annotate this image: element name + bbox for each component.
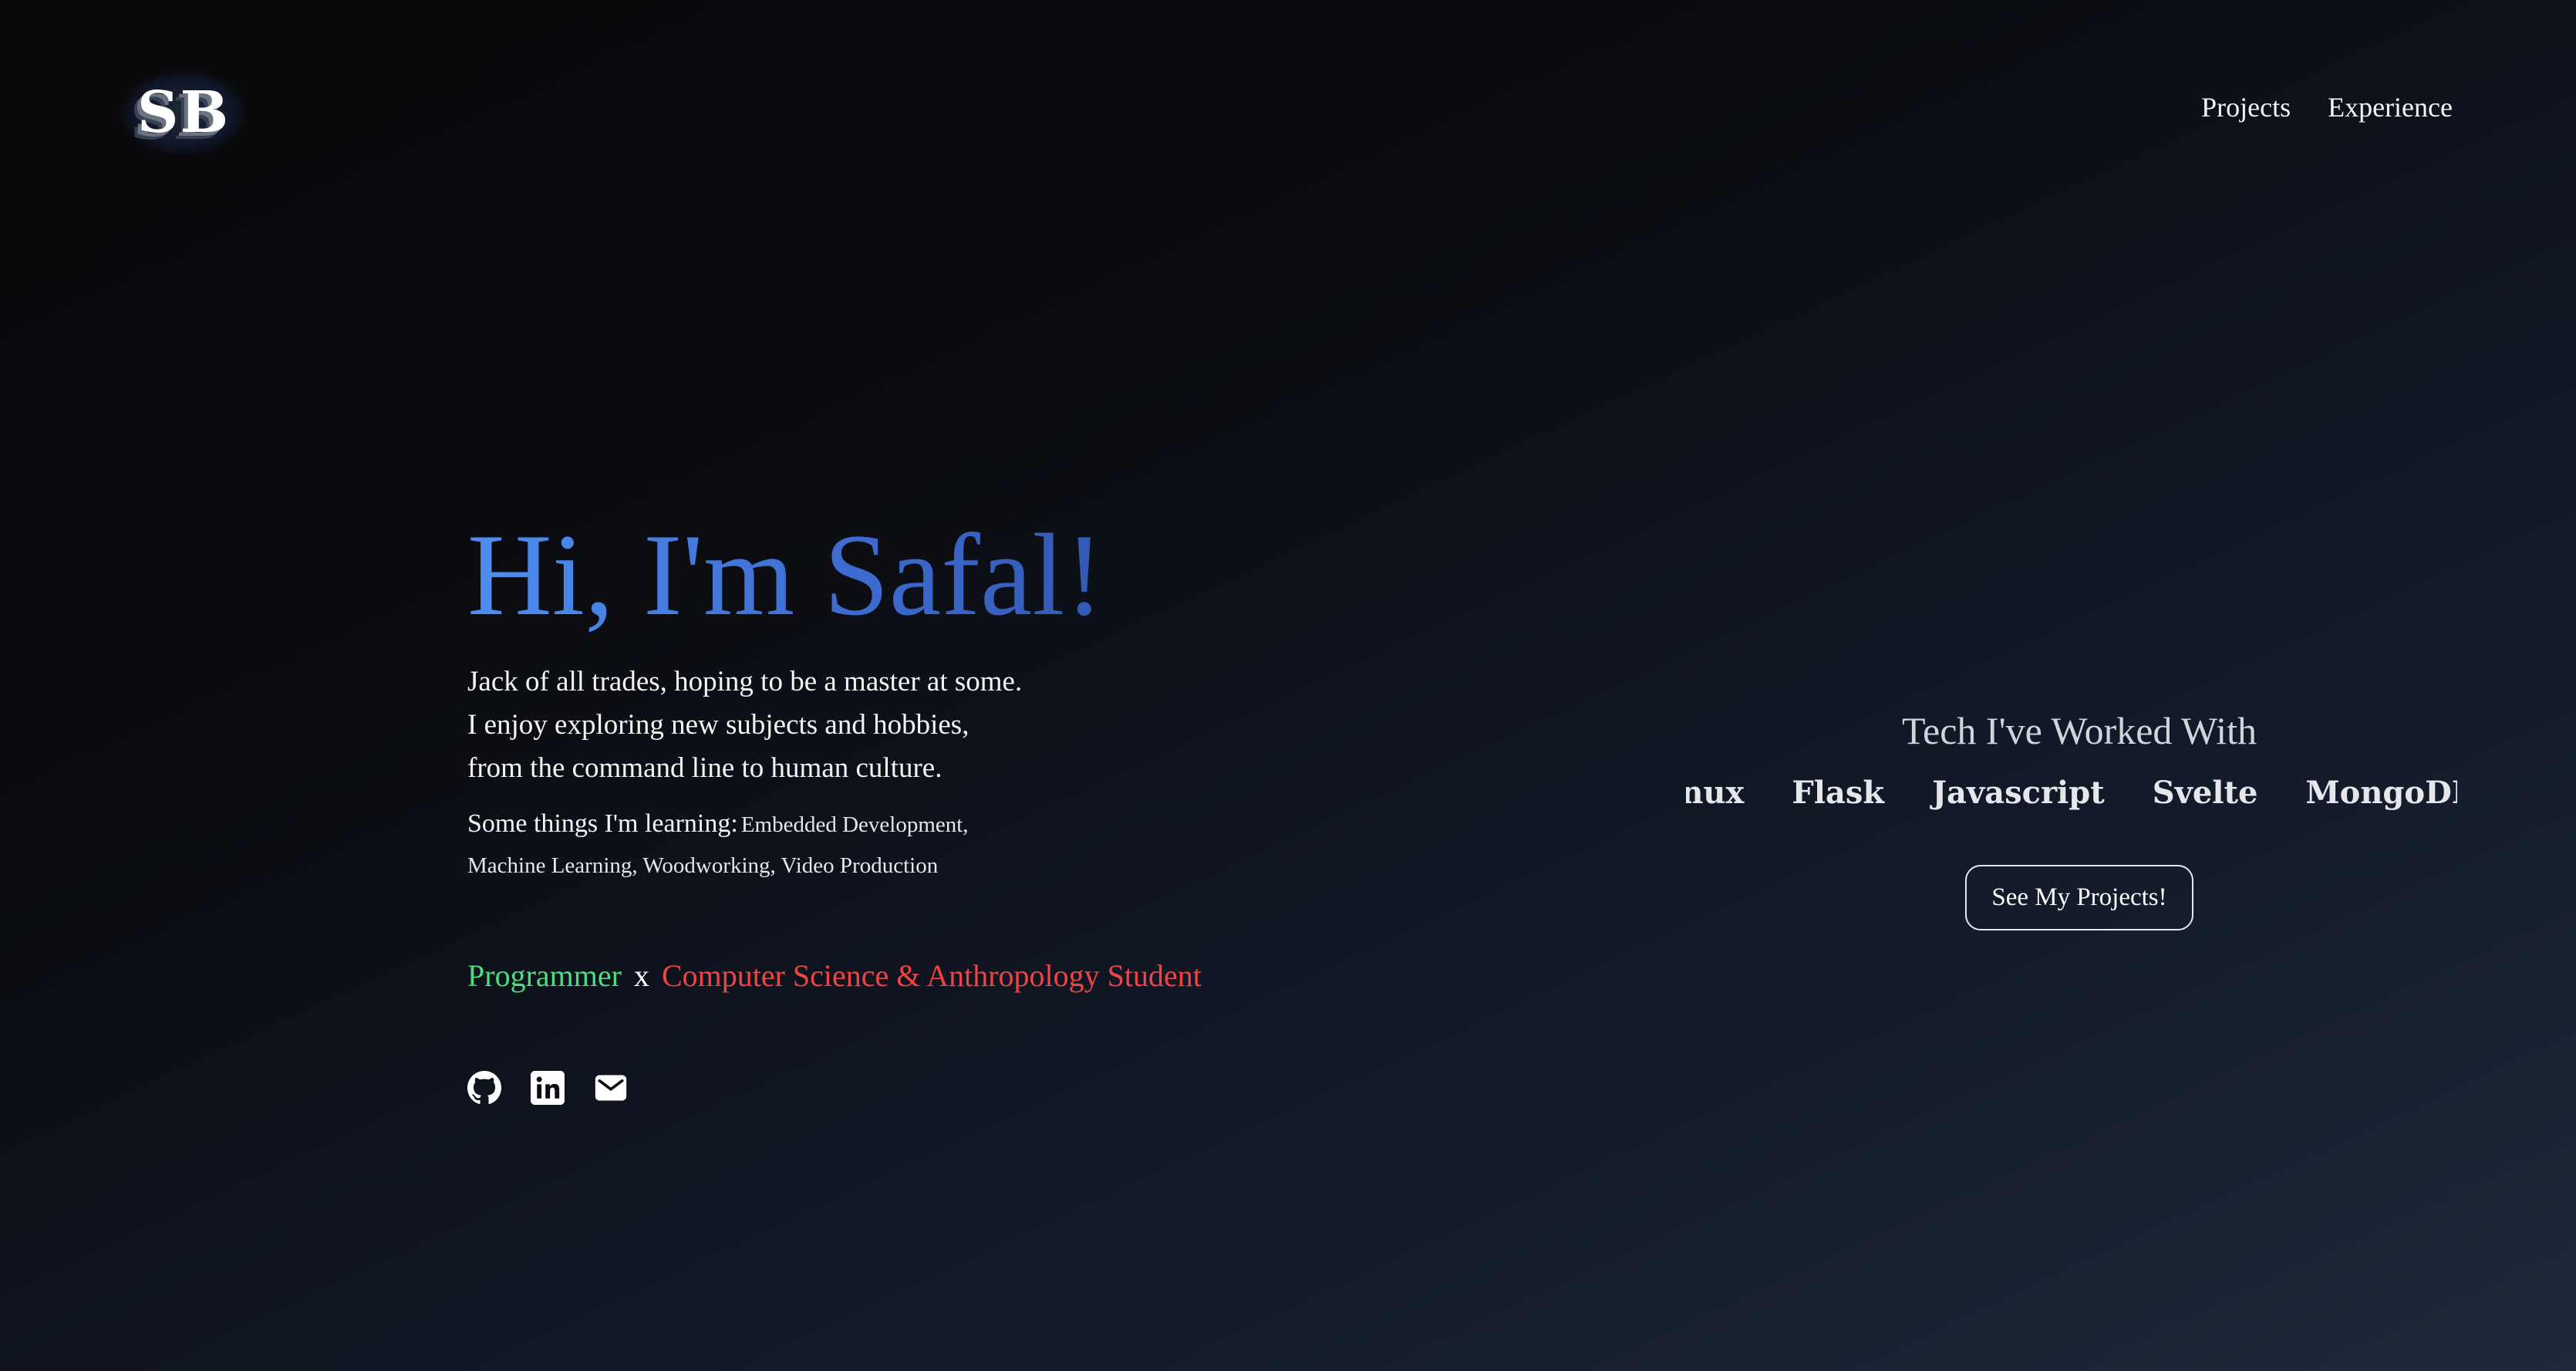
tech-item-javascript: Javascript: [1932, 775, 2105, 811]
linkedin-icon[interactable]: [531, 1071, 565, 1105]
tech-item-linux: Linux: [1686, 775, 1745, 811]
roles-line: Programmer x Computer Science & Anthropolo…: [467, 957, 1316, 994]
top-nav: Projects Experience: [2201, 91, 2453, 123]
role-programmer: Programmer: [467, 958, 622, 993]
tech-carousel: Linux Flask Javascript Svelte MongoDB: [1686, 775, 2457, 811]
tech-item-mongodb: MongoDB: [2305, 775, 2457, 811]
role-separator: x: [633, 958, 649, 993]
social-links: [467, 1071, 1316, 1105]
learning-line: Some things I'm learning: Embedded Devel…: [467, 805, 1023, 888]
logo[interactable]: SB: [122, 71, 245, 154]
github-icon[interactable]: [467, 1071, 501, 1105]
mail-icon[interactable]: [594, 1071, 628, 1105]
role-student: Computer Science & Anthropology Student: [661, 958, 1202, 993]
tech-item-svelte: Svelte: [2152, 775, 2258, 811]
tech-title: Tech I've Worked With: [1902, 709, 2257, 752]
tech-section: Tech I've Worked With Linux Flask Javasc…: [1686, 708, 2473, 930]
hero-description: Jack of all trades, hoping to be a maste…: [467, 666, 1023, 784]
tech-track: Linux Flask Javascript Svelte MongoDB: [1686, 775, 2457, 811]
logo-text: SB: [137, 79, 230, 146]
nav-projects-link[interactable]: Projects: [2201, 91, 2291, 123]
learning-label: Some things I'm learning:: [467, 809, 738, 838]
hero-section: Hi, I'm Safal! Jack of all trades, hopin…: [467, 509, 1316, 1105]
see-projects-button[interactable]: See My Projects!: [1965, 865, 2193, 930]
tech-item-flask: Flask: [1792, 775, 1885, 811]
hero-title: Hi, I'm Safal!: [467, 509, 1316, 640]
nav-experience-link[interactable]: Experience: [2328, 91, 2453, 123]
